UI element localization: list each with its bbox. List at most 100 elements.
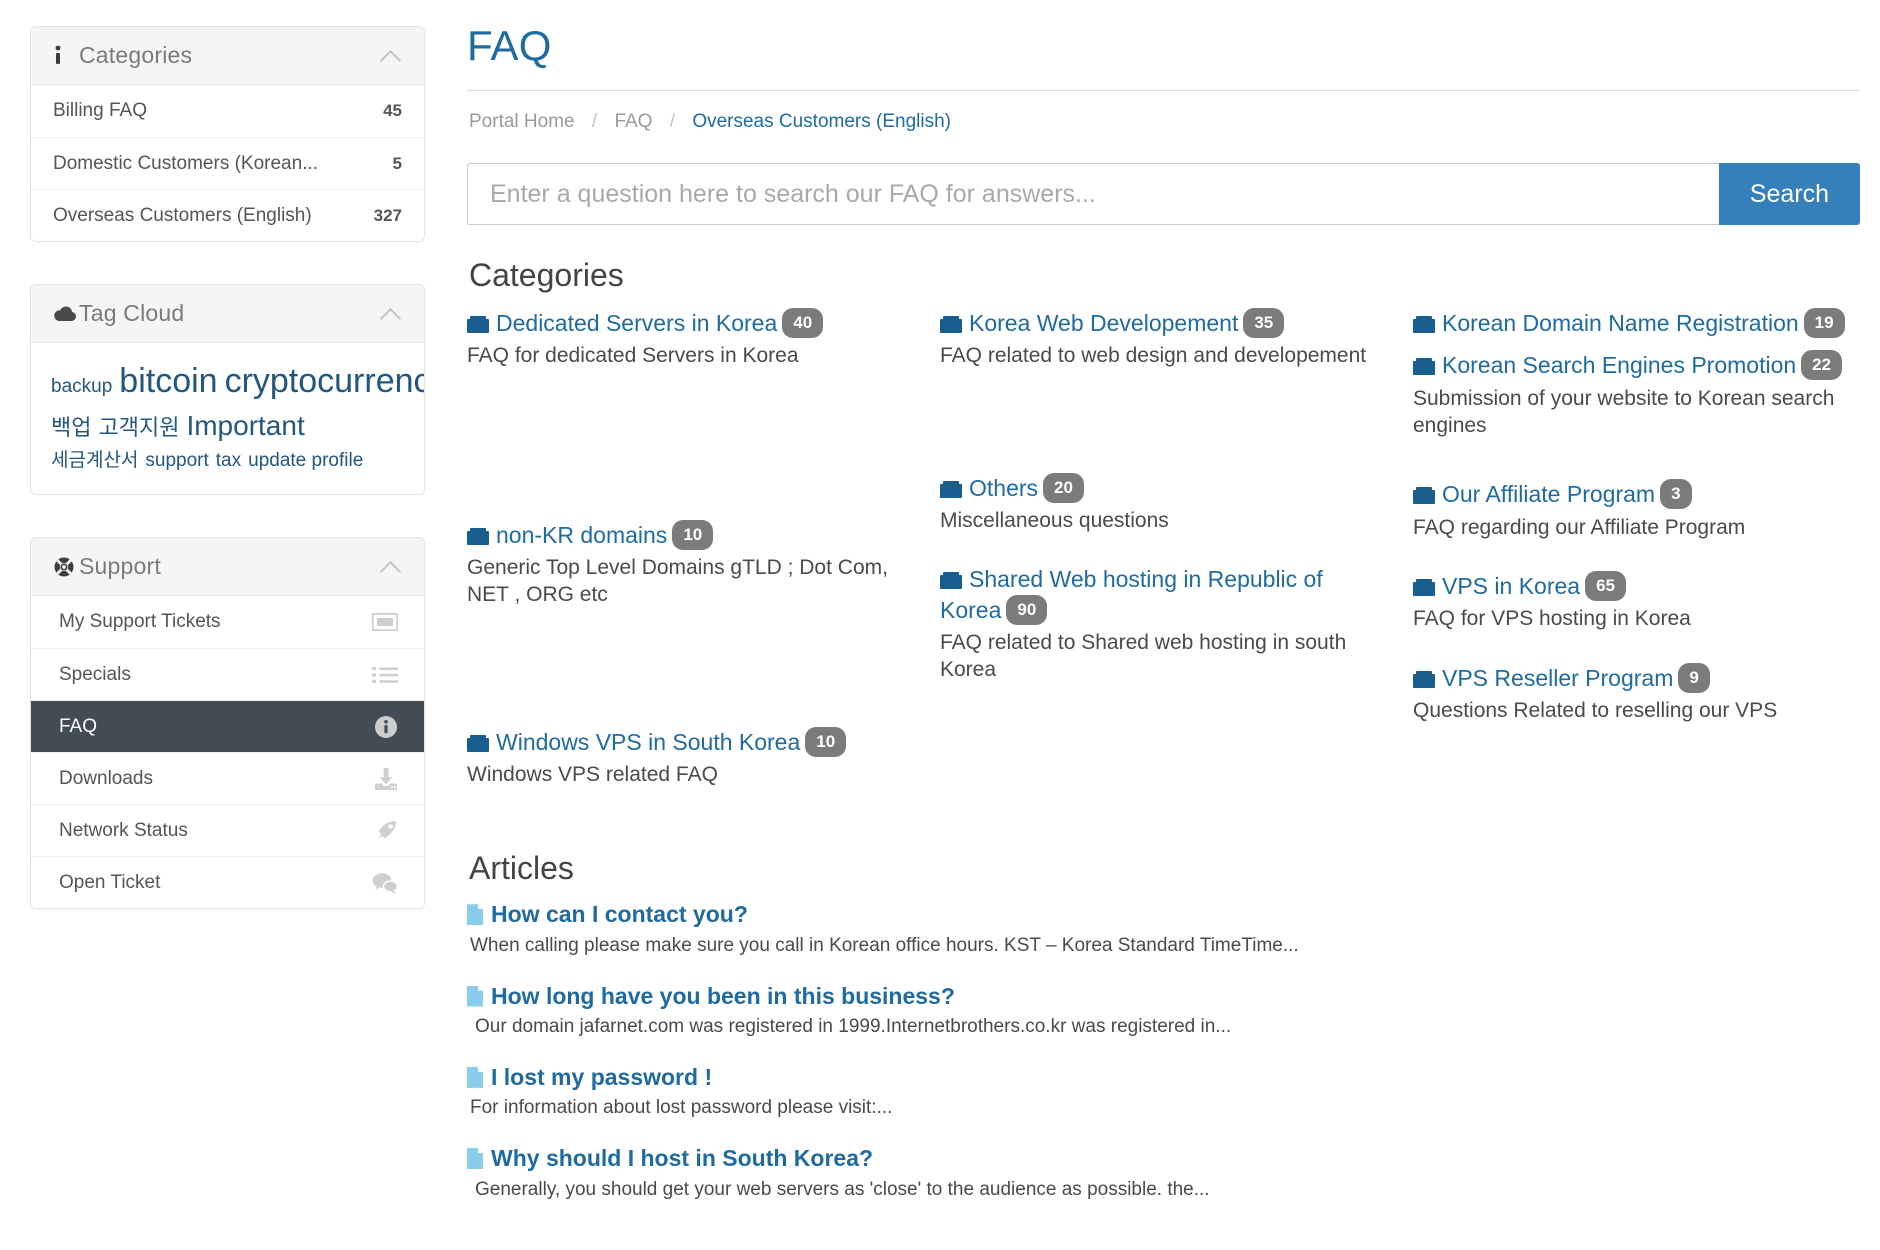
category-link[interactable]: Shared Web hosting in Republic of Korea bbox=[940, 566, 1323, 622]
tag-link[interactable]: bitcoin bbox=[119, 362, 217, 400]
category-link[interactable]: VPS in Korea bbox=[1442, 573, 1580, 599]
info-circle-icon bbox=[374, 715, 398, 739]
category-count-badge: 20 bbox=[1043, 472, 1084, 503]
support-panel-title: Support bbox=[79, 553, 161, 580]
sidebar-category-item[interactable]: Domestic Customers (Korean... 5 bbox=[31, 137, 424, 189]
categories-panel: Categories Billing FAQ 45 Domestic Custo… bbox=[30, 26, 425, 242]
sidebar-item-my-support-tickets[interactable]: My Support Tickets bbox=[31, 596, 424, 649]
tag-link[interactable]: backup bbox=[51, 376, 112, 397]
faq-search-form: Search bbox=[467, 163, 1860, 225]
sidebar-item-specials[interactable]: Specials bbox=[31, 648, 424, 701]
category-column: Korean Domain Name Registration 19 Korean… bbox=[1413, 308, 1860, 818]
sidebar-item-label: Downloads bbox=[59, 767, 153, 789]
article-link[interactable]: How long have you been in this business? bbox=[491, 983, 955, 1009]
category-link[interactable]: non-KR domains bbox=[496, 522, 667, 548]
tag-cloud-panel-header[interactable]: Tag Cloud bbox=[31, 285, 424, 343]
sidebar-category-count: 45 bbox=[383, 101, 402, 120]
article-link[interactable]: Why should I host in South Korea? bbox=[491, 1145, 873, 1171]
breadcrumb-item-faq[interactable]: FAQ bbox=[614, 111, 652, 132]
category-link[interactable]: Korea Web Developement bbox=[969, 310, 1238, 336]
category-link[interactable]: Others bbox=[969, 475, 1038, 501]
category-description: Generic Top Level Domains gTLD ; Dot Com… bbox=[467, 556, 888, 607]
category-link[interactable]: VPS Reseller Program bbox=[1442, 665, 1673, 691]
sidebar-category-item[interactable]: Overseas Customers (English) 327 bbox=[31, 189, 424, 241]
folder-icon bbox=[1413, 578, 1435, 596]
folder-icon bbox=[940, 480, 962, 498]
breadcrumb-item-portal-home[interactable]: Portal Home bbox=[469, 111, 575, 132]
categories-heading: Categories bbox=[469, 257, 624, 293]
search-button[interactable]: Search bbox=[1718, 163, 1860, 225]
category-column: Dedicated Servers in Korea 40 FAQ for ded… bbox=[467, 308, 914, 818]
category-link[interactable]: Korean Search Engines Promotion bbox=[1442, 352, 1796, 378]
category-count-badge: 9 bbox=[1678, 662, 1710, 693]
tag-link[interactable]: 고객지원 bbox=[98, 415, 179, 440]
tag-link[interactable]: support bbox=[145, 450, 208, 471]
support-panel-header[interactable]: Support bbox=[31, 538, 424, 597]
chevron-up-icon[interactable] bbox=[380, 303, 402, 325]
category-link[interactable]: Dedicated Servers in Korea bbox=[496, 310, 777, 336]
category-count-badge: 65 bbox=[1585, 570, 1627, 601]
category-link[interactable]: Our Affiliate Program bbox=[1442, 481, 1655, 507]
article-head: How long have you been in this business? bbox=[467, 983, 1860, 1011]
category-link[interactable]: Korean Domain Name Registration bbox=[1442, 310, 1799, 336]
category-card: Others 20 Miscellaneous questions bbox=[940, 472, 1387, 535]
category-card: VPS in Korea 65 FAQ for VPS hosting in Ko… bbox=[1413, 570, 1860, 633]
tag-link[interactable]: update profile bbox=[248, 450, 363, 471]
category-count-badge: 40 bbox=[782, 308, 824, 338]
download-icon bbox=[374, 767, 398, 790]
sidebar-category-item[interactable]: Billing FAQ 45 bbox=[31, 85, 424, 137]
article-item: How can I contact you? When calling plea… bbox=[467, 901, 1860, 958]
folder-icon bbox=[1413, 670, 1435, 688]
category-count-badge: 10 bbox=[805, 726, 847, 757]
sidebar-item-faq[interactable]: FAQ bbox=[31, 700, 424, 753]
category-card-head: Windows VPS in South Korea 10 bbox=[467, 726, 914, 757]
sidebar-category-label: Overseas Customers (English) bbox=[53, 204, 312, 226]
tag-link[interactable]: tax bbox=[216, 450, 241, 471]
support-panel: Support My Support Tickets Specials FAQ … bbox=[30, 537, 425, 910]
tag-link[interactable]: 백업 bbox=[51, 415, 91, 440]
sidebar-item-network-status[interactable]: Network Status bbox=[31, 804, 424, 857]
article-item: Why should I host in South Korea? Genera… bbox=[467, 1145, 1860, 1202]
category-card: non-KR domains 10 Generic Top Level Domai… bbox=[467, 519, 914, 609]
article-snippet: Our domain jafarnet.com was registered i… bbox=[475, 1016, 1232, 1038]
sidebar-item-label: Open Ticket bbox=[59, 871, 161, 893]
tag-link[interactable]: Important bbox=[186, 410, 304, 441]
article-head: Why should I host in South Korea? bbox=[467, 1145, 1860, 1173]
article-link[interactable]: I lost my password ! bbox=[491, 1064, 712, 1090]
category-card-head: Our Affiliate Program 3 bbox=[1413, 479, 1860, 510]
main-content: FAQ Portal Home / FAQ / Overseas Custome… bbox=[455, 0, 1880, 1250]
document-icon bbox=[467, 1067, 483, 1088]
article-snippet: When calling please make sure you call i… bbox=[470, 934, 1299, 956]
article-link[interactable]: How can I contact you? bbox=[491, 901, 748, 927]
category-description: Questions Related to reselling our VPS bbox=[1413, 698, 1778, 722]
folder-icon bbox=[467, 316, 489, 333]
category-card: Dedicated Servers in Korea 40 FAQ for ded… bbox=[467, 308, 914, 370]
category-card-head: Korea Web Developement 35 bbox=[940, 308, 1387, 338]
folder-icon bbox=[940, 572, 962, 590]
sidebar-item-label: Network Status bbox=[59, 819, 188, 841]
categories-panel-header[interactable]: Categories bbox=[31, 27, 424, 85]
chevron-up-icon[interactable] bbox=[380, 45, 402, 67]
cloud-icon bbox=[53, 305, 79, 322]
chevron-up-icon[interactable] bbox=[380, 556, 402, 578]
tag-link[interactable]: cryptocurrency bbox=[225, 362, 424, 400]
category-description: Submission of your website to Korean sea… bbox=[1413, 386, 1835, 438]
category-card-head: Dedicated Servers in Korea 40 bbox=[467, 308, 914, 338]
list-icon bbox=[372, 666, 398, 684]
sidebar-item-open-ticket[interactable]: Open Ticket bbox=[31, 856, 424, 909]
category-card-head: VPS in Korea 65 bbox=[1413, 570, 1860, 601]
sidebar-item-downloads[interactable]: Downloads bbox=[31, 752, 424, 805]
category-description: Miscellaneous questions bbox=[940, 509, 1169, 533]
breadcrumb-separator: / bbox=[669, 111, 676, 132]
category-card-head: non-KR domains 10 bbox=[467, 519, 914, 550]
breadcrumb-item-current[interactable]: Overseas Customers (English) bbox=[692, 111, 951, 132]
search-input[interactable] bbox=[467, 163, 1719, 225]
category-description: FAQ regarding our Affiliate Program bbox=[1413, 515, 1746, 539]
tag-link[interactable]: 세금계산서 bbox=[51, 450, 138, 471]
category-link[interactable]: Windows VPS in South Korea bbox=[496, 729, 800, 755]
category-count-badge: 90 bbox=[1006, 594, 1048, 625]
category-card: Korean Domain Name Registration 19 bbox=[1413, 308, 1860, 338]
article-item: How long have you been in this business?… bbox=[467, 983, 1860, 1040]
article-head: How can I contact you? bbox=[467, 901, 1860, 929]
sidebar-item-label: Specials bbox=[59, 663, 131, 685]
